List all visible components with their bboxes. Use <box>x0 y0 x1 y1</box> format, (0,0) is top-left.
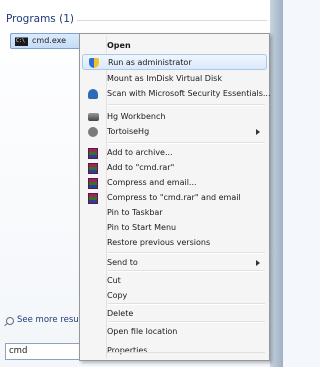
see-more-label: See more results <box>17 315 89 325</box>
context-menu: Open Run as administrator Mount as ImDis… <box>79 33 271 361</box>
menu-item-label: Delete <box>107 309 134 318</box>
menu-item-compress-and-email[interactable]: Compress and email... <box>82 175 267 190</box>
start-menu-right-edge <box>270 0 283 367</box>
menu-item-delete[interactable]: Delete <box>82 306 267 321</box>
menu-item-add-to-archive[interactable]: Add to archive... <box>82 145 267 160</box>
security-essentials-icon <box>88 89 98 99</box>
menu-separator <box>108 352 265 353</box>
menu-item-label: Compress to "cmd.rar" and email <box>107 193 241 202</box>
menu-item-label: TortoiseHg <box>107 127 150 136</box>
menu-item-restore-previous-versions[interactable]: Restore previous versions <box>82 235 267 250</box>
hg-workbench-icon <box>88 113 99 121</box>
menu-item-label: Properties <box>107 346 148 355</box>
menu-item-cut[interactable]: Cut <box>82 273 267 288</box>
menu-item-label: Mount as ImDisk Virtual Disk <box>107 74 222 83</box>
menu-item-properties[interactable]: Properties <box>82 343 267 358</box>
menu-item-compress-to-rar-and-email[interactable]: Compress to "cmd.rar" and email <box>82 190 267 205</box>
menu-item-run-as-administrator[interactable]: Run as administrator <box>82 54 267 70</box>
menu-separator <box>108 321 265 323</box>
menu-item-open[interactable]: Open <box>82 38 267 53</box>
menu-item-label: Open <box>107 41 131 50</box>
submenu-arrow-icon <box>256 129 260 135</box>
menu-item-tortoisehg[interactable]: TortoiseHg <box>82 124 267 139</box>
menu-separator <box>108 104 265 106</box>
menu-separator <box>108 142 265 144</box>
menu-separator <box>108 303 265 305</box>
header-divider <box>77 20 267 21</box>
search-input[interactable]: cmd <box>5 343 83 360</box>
menu-item-scan-mse[interactable]: Scan with Microsoft Security Essentials.… <box>82 86 271 101</box>
winrar-icon <box>88 193 98 204</box>
winrar-icon <box>88 163 98 174</box>
menu-item-send-to[interactable]: Send to <box>82 255 267 270</box>
menu-item-label: Pin to Start Menu <box>107 223 177 232</box>
menu-item-label: Pin to Taskbar <box>107 208 163 217</box>
search-icon <box>6 317 14 325</box>
menu-separator <box>108 252 265 254</box>
winrar-icon <box>88 148 98 159</box>
menu-item-pin-to-start-menu[interactable]: Pin to Start Menu <box>82 220 267 235</box>
menu-item-copy[interactable]: Copy <box>82 288 267 303</box>
cmd-icon: C:\ <box>15 37 28 46</box>
uac-shield-icon <box>89 58 99 68</box>
programs-header: Programs (1) <box>6 13 74 25</box>
submenu-arrow-icon <box>256 260 260 266</box>
menu-item-label: Run as administrator <box>108 58 192 67</box>
menu-item-pin-to-taskbar[interactable]: Pin to Taskbar <box>82 205 267 220</box>
menu-item-label: Add to "cmd.rar" <box>107 163 175 172</box>
menu-item-label: Add to archive... <box>107 148 173 157</box>
menu-item-label: Scan with Microsoft Security Essentials.… <box>107 89 271 98</box>
menu-item-open-file-location[interactable]: Open file location <box>82 324 267 339</box>
menu-item-hg-workbench[interactable]: Hg Workbench <box>82 109 267 124</box>
menu-item-label: Open file location <box>107 327 178 336</box>
menu-separator <box>108 270 265 272</box>
tortoisehg-icon <box>88 127 98 137</box>
menu-item-label: Hg Workbench <box>107 112 166 121</box>
menu-item-label: Compress and email... <box>107 178 197 187</box>
menu-item-label: Copy <box>107 291 128 300</box>
winrar-icon <box>88 178 98 189</box>
search-result-label: cmd.exe <box>32 36 67 45</box>
menu-item-label: Send to <box>107 258 138 267</box>
search-input-value: cmd <box>9 346 28 356</box>
menu-item-label: Cut <box>107 276 121 285</box>
menu-item-add-to-cmd-rar[interactable]: Add to "cmd.rar" <box>82 160 267 175</box>
menu-item-label: Restore previous versions <box>107 238 211 247</box>
menu-item-mount-imdisk[interactable]: Mount as ImDisk Virtual Disk <box>82 71 267 86</box>
